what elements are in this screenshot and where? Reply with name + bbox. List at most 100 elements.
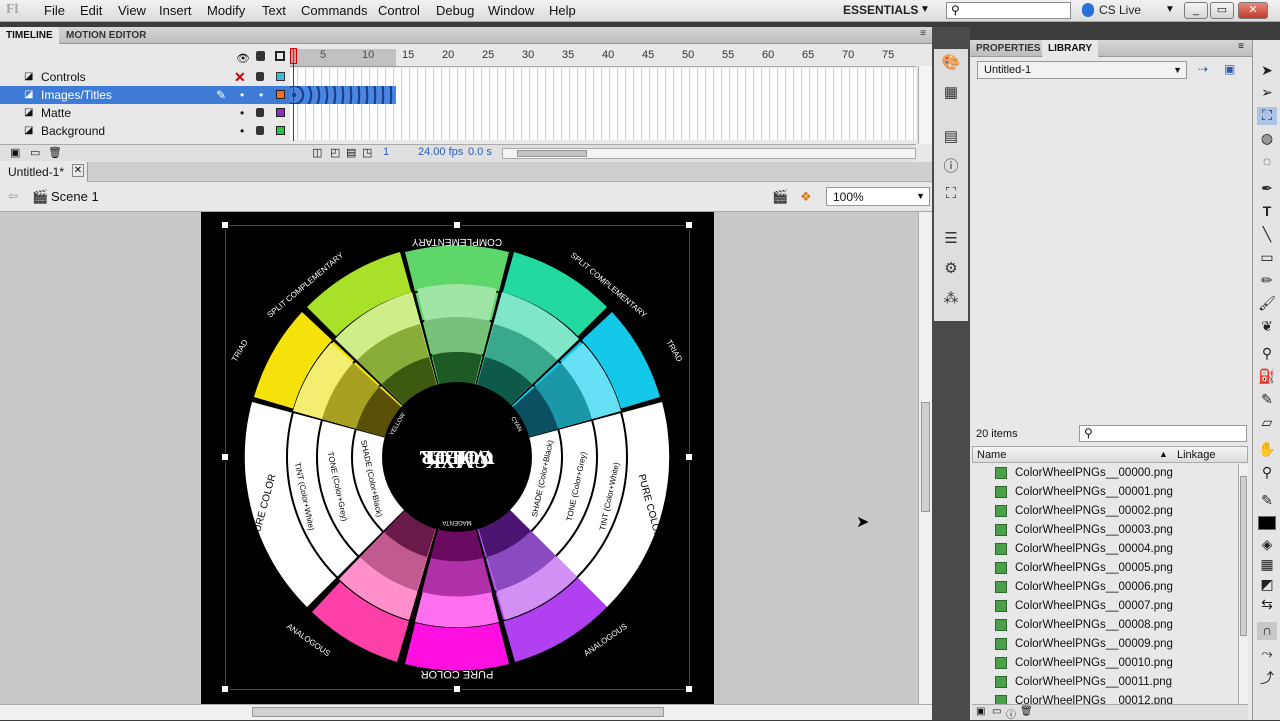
pencil-tool-icon[interactable]: ✏ (1257, 272, 1277, 290)
keyframe-span[interactable] (290, 86, 396, 104)
menu-file[interactable]: File (44, 3, 65, 18)
frame-strip[interactable] (290, 104, 916, 122)
layer-row-matte[interactable]: ◪ Matte • (0, 104, 290, 122)
library-item[interactable]: ColorWheelPNGs__00010.png (972, 654, 1238, 673)
no-color-icon[interactable]: ▦ (1257, 556, 1277, 574)
lasso-tool-icon[interactable]: ◌ (1257, 153, 1277, 171)
properties-icon[interactable]: ⓘ (1006, 706, 1016, 721)
library-item[interactable]: ColorWheelPNGs__00009.png (972, 635, 1238, 654)
library-item[interactable]: ColorWheelPNGs__00003.png (972, 521, 1238, 540)
document-tab[interactable]: Untitled-1* ✕ (0, 162, 88, 182)
selection-tool-icon[interactable]: ➤ (1257, 62, 1277, 80)
lock-icon[interactable] (256, 126, 264, 135)
new-layer-icon[interactable]: ▣ (10, 146, 20, 159)
lock-icon[interactable] (256, 108, 264, 117)
current-frame[interactable]: 1 (383, 146, 389, 158)
library-item[interactable]: ColorWheelPNGs__00000.png (972, 464, 1238, 483)
close-tab-icon[interactable]: ✕ (72, 164, 84, 177)
pen-tool-icon[interactable]: ✒ (1257, 180, 1277, 198)
close-window-button[interactable]: ✕ (1238, 2, 1268, 19)
fill-color-icon[interactable]: ◈ (1257, 536, 1277, 554)
delete-layer-icon[interactable]: 🗑 (48, 146, 62, 159)
align-icon[interactable]: ▤ (938, 127, 964, 151)
new-folder-icon[interactable]: ▭ (992, 706, 1001, 717)
library-v-scrollbar[interactable] (1238, 464, 1248, 704)
library-item[interactable]: ColorWheelPNGs__00005.png (972, 559, 1238, 578)
transform-handle[interactable] (221, 453, 229, 461)
onion-outline-icon[interactable]: ◰ (330, 146, 340, 159)
onion-skin-icon[interactable]: ◫ (312, 146, 322, 159)
fill-color-swatch[interactable] (1258, 516, 1276, 530)
library-document-select[interactable]: Untitled-1 ▼ (977, 61, 1187, 79)
new-library-panel-icon[interactable]: ▣ (1224, 62, 1235, 76)
outline-icon[interactable] (275, 51, 285, 61)
visibility-dot[interactable]: • (240, 122, 244, 140)
menu-text[interactable]: Text (262, 3, 286, 18)
selection-bounding-box[interactable] (225, 225, 690, 690)
transform-handle[interactable] (221, 221, 229, 229)
lock-dot[interactable]: • (259, 86, 263, 104)
edit-scene-icon[interactable]: 🎬 (772, 189, 788, 205)
layer-row-controls[interactable]: ◪ Controls ✕ (0, 68, 290, 86)
color-icon[interactable]: 🎨 (938, 53, 964, 77)
layer-color-swatch[interactable] (276, 126, 285, 135)
menu-commands[interactable]: Commands (301, 3, 367, 18)
deco-tool-icon[interactable]: ❦ (1257, 318, 1277, 336)
stroke-color-icon[interactable]: ✎ (1257, 492, 1277, 510)
panel-menu-icon[interactable]: ≡ (1238, 41, 1244, 52)
scrollbar-thumb[interactable] (921, 402, 930, 512)
back-arrow-icon[interactable]: ⇦ (8, 189, 18, 203)
library-item[interactable]: ColorWheelPNGs__00008.png (972, 616, 1238, 635)
bone-tool-icon[interactable]: ⚲ (1257, 345, 1277, 363)
3d-rotation-tool-icon[interactable]: ◍ (1257, 130, 1277, 148)
modify-markers-icon[interactable]: ◳ (362, 146, 372, 159)
lock-icon[interactable] (256, 72, 264, 81)
eye-icon[interactable]: 👁 (236, 52, 250, 65)
stage-v-scrollbar[interactable] (918, 212, 932, 704)
layer-row-images-titles[interactable]: ◪ Images/Titles ✎ • • (0, 86, 290, 104)
rectangle-tool-icon[interactable]: ▭ (1257, 249, 1277, 267)
black-white-icon[interactable]: ◩ (1257, 576, 1277, 594)
code-snippets-icon[interactable]: ☰ (938, 229, 964, 253)
lock-icon[interactable] (256, 51, 265, 61)
library-item[interactable]: ColorWheelPNGs__00001.png (972, 483, 1238, 502)
layer-row-background[interactable]: ◪ Background • (0, 122, 290, 140)
eyedropper-tool-icon[interactable]: ✎ (1257, 391, 1277, 409)
delete-icon[interactable]: 🗑 (1020, 706, 1033, 717)
subselection-tool-icon[interactable]: ➢ (1257, 84, 1277, 102)
frame-strip[interactable] (290, 68, 916, 86)
menu-debug[interactable]: Debug (436, 3, 474, 18)
hand-tool-icon[interactable]: ✋ (1257, 441, 1277, 459)
pencil-icon[interactable]: ✎ (216, 86, 226, 104)
zoom-select[interactable]: 100% ▼ (826, 187, 930, 206)
layer-color-swatch[interactable] (276, 108, 285, 117)
transform-handle[interactable] (453, 685, 461, 693)
transform-handle[interactable] (453, 221, 461, 229)
visibility-dot[interactable]: • (240, 104, 244, 122)
library-item[interactable]: ColorWheelPNGs__00002.png (972, 502, 1238, 521)
stage-h-scrollbar[interactable] (0, 704, 932, 720)
transform-handle[interactable] (685, 453, 693, 461)
motion-presets-icon[interactable]: ⁂ (938, 289, 964, 313)
straighten-icon[interactable]: ⤴ (1257, 668, 1277, 686)
menu-view[interactable]: View (118, 3, 146, 18)
layer-color-swatch[interactable] (276, 90, 285, 99)
maximize-button[interactable]: ▭ (1210, 2, 1234, 19)
menu-insert[interactable]: Insert (159, 3, 192, 18)
workspace-switcher[interactable]: ESSENTIALS (843, 3, 918, 17)
info-icon[interactable]: ⓘ (938, 155, 964, 179)
hidden-x-icon[interactable]: ✕ (234, 68, 246, 86)
components-icon[interactable]: ⚙ (938, 259, 964, 283)
edit-multiple-frames-icon[interactable]: ▤ (346, 146, 356, 159)
eraser-tool-icon[interactable]: ▱ (1257, 414, 1277, 432)
elapsed-time[interactable]: 0.0 s (468, 146, 492, 158)
visibility-dot[interactable]: • (240, 86, 244, 104)
swap-colors-icon[interactable]: ⇆ (1257, 596, 1277, 614)
new-symbol-icon[interactable]: ▣ (976, 706, 985, 717)
frame-strip[interactable] (290, 122, 916, 140)
column-linkage[interactable]: Linkage (1177, 449, 1216, 461)
transform-icon[interactable]: ⛶ (938, 185, 964, 209)
zoom-tool-icon[interactable]: ⚲ (1257, 464, 1277, 482)
smooth-icon[interactable]: ⤳ (1257, 645, 1277, 663)
transform-handle[interactable] (221, 685, 229, 693)
